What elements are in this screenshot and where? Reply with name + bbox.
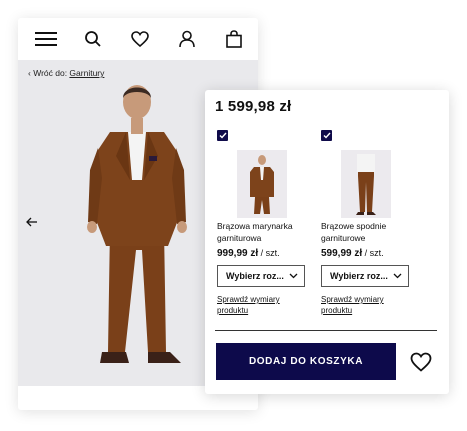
item-checkbox-trousers[interactable]	[321, 130, 332, 141]
bag-icon[interactable]	[223, 28, 245, 50]
size-guide-link-jacket[interactable]: Sprawdź wymiary produktu	[217, 294, 312, 316]
size-select-label: Wybierz roz...	[330, 271, 388, 281]
chevron-down-icon	[393, 271, 402, 282]
heart-icon[interactable]	[129, 28, 151, 50]
chevron-down-icon	[289, 271, 298, 282]
product-thumbnail-jacket[interactable]	[237, 150, 287, 218]
item-price-trousers: 599,99 zł / szt.	[321, 248, 384, 259]
set-card: 1 599,98 zł Brązowa marynarka garniturow…	[205, 90, 449, 394]
user-icon[interactable]	[176, 28, 198, 50]
wishlist-heart-icon[interactable]	[410, 352, 432, 377]
item-price-unit: / szt.	[258, 248, 280, 258]
add-to-cart-button[interactable]: DODAJ DO KOSZYKA	[216, 343, 396, 380]
item-price-jacket: 999,99 zł / szt.	[217, 248, 280, 259]
size-select-label: Wybierz roz...	[226, 271, 284, 281]
item-checkbox-jacket[interactable]	[217, 130, 228, 141]
item-name-jacket[interactable]: Brązowa marynarka garniturowa	[217, 220, 317, 244]
trousers-thumbnail-image	[356, 154, 376, 215]
size-guide-link-trousers[interactable]: Sprawdź wymiary produktu	[321, 294, 416, 316]
item-price-value: 999,99 zł	[217, 248, 259, 259]
divider	[215, 330, 437, 331]
check-icon	[323, 132, 331, 139]
item-price-unit: / szt.	[362, 248, 384, 258]
breadcrumb-link[interactable]: Garnitury	[69, 68, 104, 78]
size-select-trousers[interactable]: Wybierz roz...	[321, 265, 409, 287]
check-icon	[219, 132, 227, 139]
menu-icon[interactable]	[35, 28, 57, 50]
set-total-price: 1 599,98 zł	[215, 98, 292, 115]
jacket-thumbnail-image	[250, 155, 274, 214]
arrow-left-icon[interactable]	[26, 214, 38, 232]
top-nav	[18, 18, 258, 60]
product-thumbnail-trousers[interactable]	[341, 150, 391, 218]
size-select-jacket[interactable]: Wybierz roz...	[217, 265, 305, 287]
breadcrumb: ‹ Wróć do: Garnitury	[28, 68, 104, 78]
item-name-trousers[interactable]: Brązowe spodnie garniturowe	[321, 220, 421, 244]
breadcrumb-prefix: Wróć do:	[33, 68, 70, 78]
item-price-value: 599,99 zł	[321, 248, 363, 259]
search-icon[interactable]	[82, 28, 104, 50]
